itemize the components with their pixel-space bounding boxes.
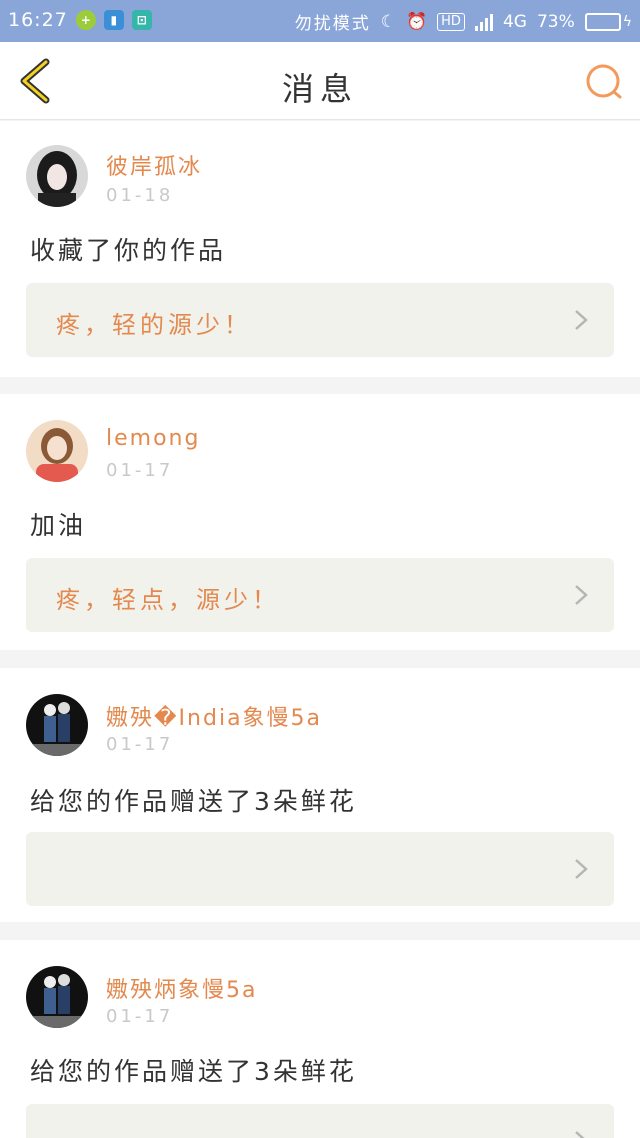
nav-bar: 消息 bbox=[0, 42, 640, 120]
avatar[interactable] bbox=[26, 145, 88, 207]
battery-saver-icon: ▮ bbox=[103, 10, 124, 30]
username[interactable]: 嫐殃炳象慢5a bbox=[106, 972, 257, 1004]
quoted-work[interactable]: 疼，轻的源少！ bbox=[26, 283, 614, 357]
status-time: 16:27 bbox=[8, 9, 68, 31]
screenshot-icon: ⊡ bbox=[131, 10, 152, 30]
message-text: 给您的作品赠送了3朵鲜花 bbox=[30, 1057, 357, 1086]
quoted-work[interactable]: 疼，轻点，源少！ bbox=[26, 558, 614, 632]
signal-icon bbox=[474, 13, 493, 31]
message-card: 彼岸孤冰 01-18 收藏了你的作品 疼，轻的源少！ bbox=[0, 121, 640, 377]
quoted-work-title: 疼，轻的源少！ bbox=[56, 311, 252, 339]
message-date: 01-17 bbox=[106, 1006, 174, 1027]
username[interactable]: 嫐殃�India象慢5a bbox=[106, 700, 322, 732]
quoted-work-title: 疼，轻点，源少！ bbox=[56, 586, 280, 614]
chevron-right-icon bbox=[575, 859, 588, 879]
notification-app-icon: + bbox=[75, 10, 96, 30]
status-bar: 16:27 + ▮ ⊡ 勿扰模式 ☾ ⏰ HD 4G 73% ϟ bbox=[0, 0, 640, 42]
message-card: 嫐殃�India象慢5a 01-17 给您的作品赠送了3朵鲜花 bbox=[0, 668, 640, 922]
message-date: 01-18 bbox=[106, 185, 174, 206]
page-title: 消息 bbox=[281, 70, 358, 108]
moon-icon: ☾ bbox=[380, 11, 396, 32]
battery-icon: ϟ bbox=[584, 12, 632, 31]
quoted-work[interactable] bbox=[26, 832, 614, 906]
message-date: 01-17 bbox=[106, 734, 174, 755]
alarm-icon: ⏰ bbox=[405, 11, 428, 32]
search-icon[interactable] bbox=[584, 62, 624, 102]
avatar[interactable] bbox=[26, 694, 88, 756]
network-type: 4G bbox=[502, 11, 527, 32]
message-text: 给您的作品赠送了3朵鲜花 bbox=[30, 787, 357, 816]
avatar[interactable] bbox=[26, 420, 88, 482]
message-card: lemong 01-17 加油 疼，轻点，源少！ bbox=[0, 394, 640, 650]
username[interactable]: 彼岸孤冰 bbox=[106, 149, 202, 181]
battery-percent: 73% bbox=[536, 11, 575, 32]
hd-badge: HD bbox=[437, 12, 465, 31]
chevron-right-icon bbox=[575, 585, 588, 605]
chevron-right-icon bbox=[575, 1131, 585, 1138]
dnd-mode-label: 勿扰模式 bbox=[294, 14, 371, 34]
quoted-work[interactable] bbox=[26, 1104, 614, 1138]
chevron-right-icon bbox=[575, 310, 588, 330]
message-text: 收藏了你的作品 bbox=[30, 236, 227, 265]
message-date: 01-17 bbox=[106, 460, 174, 481]
avatar[interactable] bbox=[26, 966, 88, 1028]
username[interactable]: lemong bbox=[106, 426, 200, 451]
message-text: 加油 bbox=[30, 511, 87, 540]
message-card: 嫐殃炳象慢5a 01-17 给您的作品赠送了3朵鲜花 bbox=[0, 940, 640, 1138]
